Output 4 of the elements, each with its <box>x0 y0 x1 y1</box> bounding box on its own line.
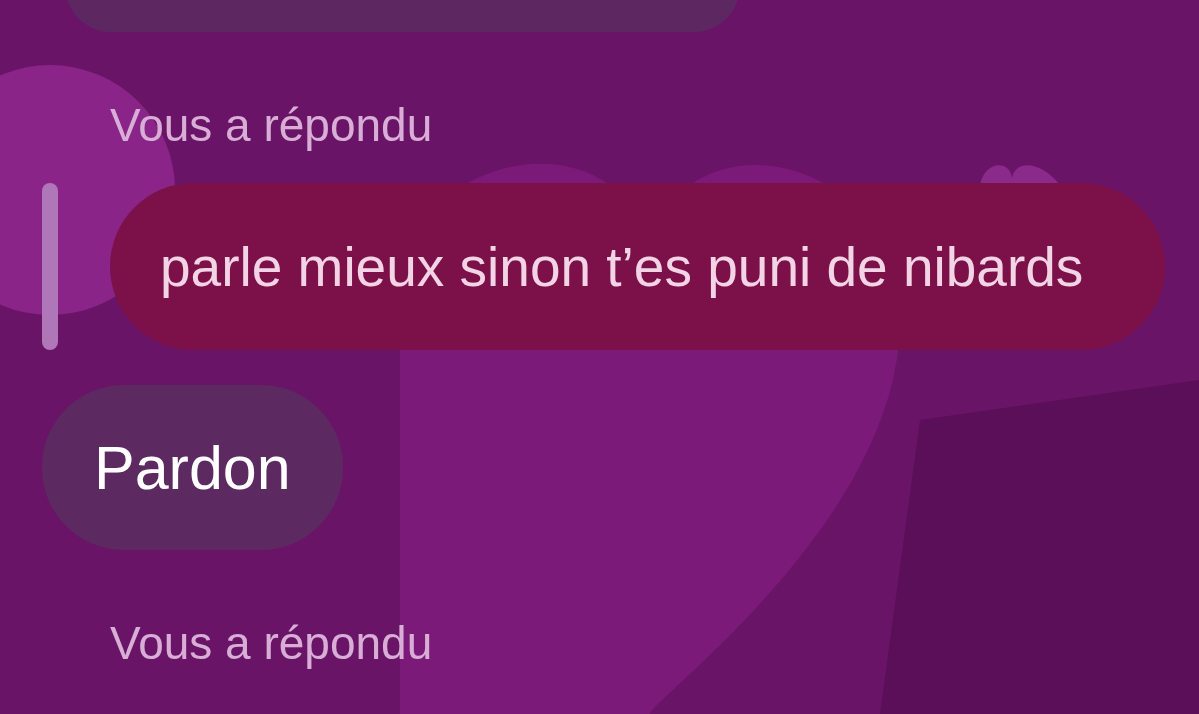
message-bubble[interactable]: Pardon <box>42 385 343 550</box>
quoted-message[interactable]: parle mieux sinon t’es puni de nibards <box>110 183 1165 350</box>
reply-label: Vous a répondu <box>110 100 433 150</box>
reply-label: Vous a répondu <box>110 618 433 668</box>
